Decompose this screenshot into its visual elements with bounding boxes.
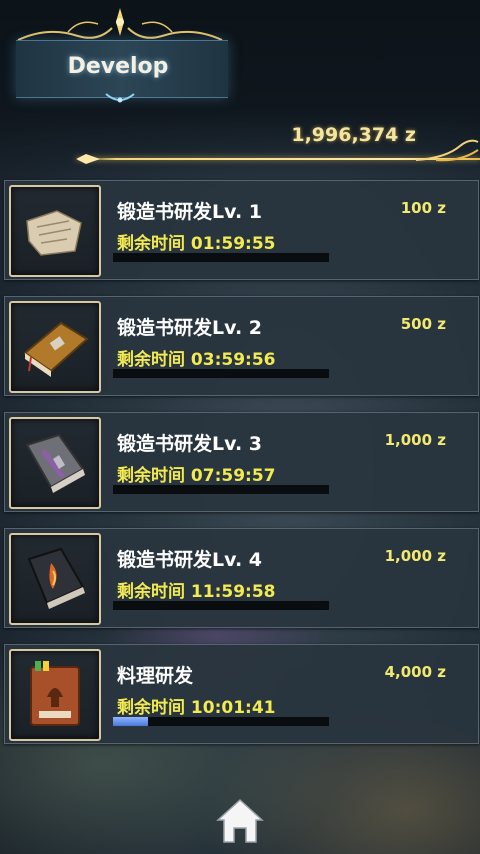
item-name: 料理研发 [117, 665, 194, 687]
divider-tip-icon [76, 154, 100, 164]
remaining-time: 剩余时间 07:59:57 [117, 466, 276, 486]
dark-fire-book-icon [27, 547, 85, 609]
item-cost: 500 z [400, 315, 446, 333]
grey-sword-book-icon [25, 433, 85, 493]
remaining-time: 剩余时间 11:59:58 [117, 582, 276, 602]
item-thumbnail [9, 649, 101, 741]
progress-bar [113, 601, 329, 610]
item-thumbnail [9, 417, 101, 509]
remaining-time: 剩余时间 03:59:56 [117, 350, 276, 370]
research-item-2[interactable]: 锻造书研发Lv. 2 500 z 剩余时间 03:59:56 [4, 296, 479, 396]
header: Develop [8, 6, 232, 103]
remaining-time: 剩余时间 10:01:41 [117, 698, 276, 718]
item-thumbnail [9, 533, 101, 625]
research-item-5[interactable]: 料理研发 4,000 z 剩余时间 10:01:41 [4, 644, 479, 744]
research-item-4[interactable]: 锻造书研发Lv. 4 1,000 z 剩余时间 11:59:58 [4, 528, 479, 628]
item-name: 锻造书研发Lv. 3 [117, 433, 262, 455]
ornament-bottom-icon [105, 93, 135, 103]
progress-bar [113, 253, 329, 262]
cooking-book-icon [30, 661, 80, 726]
wallet-amount: 1,996,374 z [291, 124, 416, 146]
item-thumbnail [9, 301, 101, 393]
item-thumbnail [9, 185, 101, 277]
brown-book-icon [23, 321, 89, 377]
page-title: Develop [67, 54, 169, 79]
research-item-1[interactable]: 锻造书研发Lv. 1 100 z 剩余时间 01:59:55 [4, 180, 479, 280]
progress-bar [113, 717, 329, 726]
item-name: 锻造书研发Lv. 1 [117, 201, 262, 223]
divider-curl-icon [416, 139, 479, 162]
item-name: 锻造书研发Lv. 4 [117, 549, 262, 571]
progress-fill [113, 717, 148, 726]
home-icon[interactable] [214, 796, 266, 846]
torn-paper-scroll-icon [26, 210, 82, 256]
wallet: 1,996,374 z [76, 118, 480, 168]
item-cost: 1,000 z [384, 431, 446, 449]
item-cost: 100 z [400, 199, 446, 217]
item-cost: 4,000 z [384, 663, 446, 681]
progress-bar [113, 369, 329, 378]
item-name: 锻造书研发Lv. 2 [117, 317, 262, 339]
research-item-3[interactable]: 锻造书研发Lv. 3 1,000 z 剩余时间 07:59:57 [4, 412, 479, 512]
progress-bar [113, 485, 329, 494]
remaining-time: 剩余时间 01:59:55 [117, 234, 276, 254]
item-cost: 1,000 z [384, 547, 446, 565]
